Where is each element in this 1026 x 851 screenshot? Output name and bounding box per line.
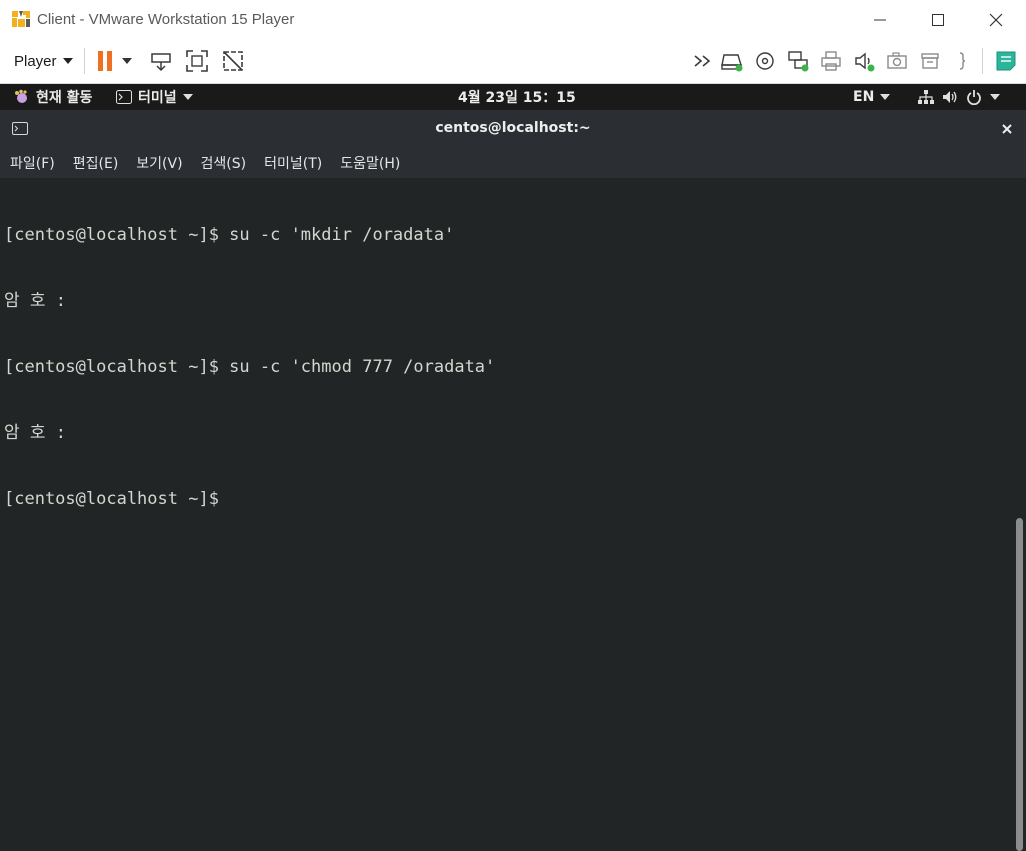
clock-label: 4월 23일 15：15: [458, 90, 576, 106]
usb-icon: [921, 53, 939, 69]
pause-icon: [98, 51, 132, 71]
camera-icon: [887, 52, 907, 69]
menu-file[interactable]: 파일(F): [0, 153, 63, 173]
chevron-down-icon: [182, 94, 193, 100]
gnome-foot-icon: [15, 89, 27, 103]
close-icon: [989, 13, 1003, 27]
hard-disk-button[interactable]: [719, 49, 745, 73]
notes-icon: [996, 51, 1016, 71]
menu-help[interactable]: 도움말(H): [330, 153, 408, 173]
terminal-close-button[interactable]: [996, 118, 1018, 140]
close-button[interactable]: [967, 0, 1025, 40]
window-title: Client - VMware Workstation 15 Player: [37, 11, 295, 28]
minimize-button[interactable]: [851, 0, 909, 40]
menu-terminal[interactable]: 터미널(T): [254, 153, 330, 173]
terminal-line: [centos@localhost ~]$ su -c 'chmod 777 /…: [4, 357, 496, 377]
chevron-down-icon: [990, 94, 1000, 100]
toolbar-divider: [982, 48, 983, 74]
network-adapter-icon: [788, 51, 809, 72]
unity-button[interactable]: [220, 49, 246, 73]
activities-label: 현재 활동: [36, 90, 93, 106]
system-menu-button[interactable]: [918, 84, 1000, 110]
terminal-title: centos@localhost:~: [435, 120, 591, 136]
network-wired-icon: [918, 90, 934, 104]
chevron-down-icon: [880, 94, 891, 100]
player-menu-label: Player: [14, 52, 57, 70]
camera-button[interactable]: [884, 49, 910, 73]
terminal-scrollbar-thumb[interactable]: [1016, 518, 1023, 851]
activities-button[interactable]: 현재 활동: [14, 84, 92, 110]
power-icon: [967, 90, 981, 105]
send-ctrl-alt-del-button[interactable]: [148, 49, 174, 73]
printer-icon: [821, 51, 841, 71]
sound-card-icon: [855, 52, 875, 72]
toolbar-divider: [84, 48, 85, 74]
volume-icon: [943, 91, 957, 103]
terminal-menubar: 파일(F) 편집(E) 보기(V) 검색(S) 터미널(T) 도움말(H): [0, 147, 1026, 178]
terminal-icon: [116, 90, 132, 104]
usb-button[interactable]: [917, 49, 943, 73]
sound-card-button[interactable]: [851, 49, 877, 73]
fullscreen-button[interactable]: [184, 49, 210, 73]
cd-dvd-button[interactable]: [752, 49, 778, 73]
terminal-output-area[interactable]: [centos@localhost ~]$ su -c 'mkdir /orad…: [0, 178, 1014, 851]
hard-disk-icon: [721, 54, 743, 72]
chevron-down-icon: [62, 58, 73, 64]
more-devices-button[interactable]: [690, 49, 716, 73]
pause-button[interactable]: [92, 49, 136, 73]
menu-edit[interactable]: 편집(E): [63, 153, 127, 173]
network-adapter-button[interactable]: [785, 49, 811, 73]
maximize-icon: [932, 14, 944, 26]
terminal-headerbar: centos@localhost:~: [0, 110, 1026, 147]
terminal-line: [centos@localhost ~]$ su -c 'mkdir /orad…: [4, 225, 455, 245]
minimize-icon: [874, 19, 886, 21]
input-method-button[interactable]: EN: [853, 84, 891, 110]
brackets-icon: [959, 52, 966, 70]
notes-button[interactable]: [993, 49, 1019, 73]
maximize-button[interactable]: [909, 0, 967, 40]
app-menu-label: 터미널: [138, 90, 177, 106]
window-titlebar: Client - VMware Workstation 15 Player: [0, 0, 1026, 41]
terminal-line: [centos@localhost ~]$: [4, 489, 219, 509]
vmware-toolbar: Player: [0, 40, 1026, 84]
close-icon: [1002, 124, 1012, 134]
menu-view[interactable]: 보기(V): [126, 153, 190, 173]
input-method-label: EN: [853, 89, 875, 105]
printer-button[interactable]: [818, 49, 844, 73]
menu-search[interactable]: 검색(S): [191, 153, 255, 173]
more-devices-icon: [694, 55, 711, 67]
player-menu-button[interactable]: Player: [8, 48, 79, 74]
send-ctrl-alt-del-icon: [151, 53, 171, 72]
terminal-text: [centos@localhost ~]$ su -c 'mkdir /orad…: [4, 180, 495, 554]
terminal-line: 암 호 :: [4, 291, 66, 311]
fullscreen-icon: [186, 50, 208, 72]
terminal-line: 암 호 :: [4, 423, 66, 443]
gnome-top-bar: 현재 활동 터미널 4월 23일 15：15 EN: [0, 84, 1026, 110]
clock-button[interactable]: 4월 23일 15：15: [458, 84, 576, 110]
app-menu-button[interactable]: 터미널: [116, 84, 193, 110]
brackets-button[interactable]: [950, 49, 976, 73]
vmware-logo-icon: [11, 9, 31, 29]
cd-dvd-icon: [756, 52, 774, 70]
unity-icon: [223, 51, 243, 71]
